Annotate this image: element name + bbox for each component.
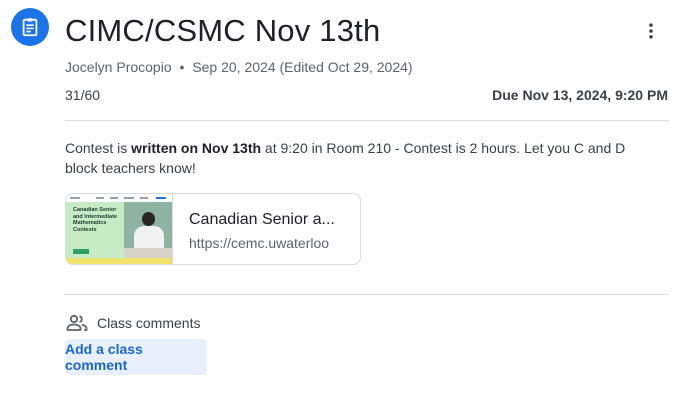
attachment-url: https://cemc.uwaterloo (189, 235, 330, 251)
assignment-icon (11, 8, 49, 46)
points-label: 31/60 (65, 87, 101, 103)
assignment-description: Contest is written on Nov 13th at 9:20 i… (65, 138, 655, 178)
more-options-button[interactable] (634, 14, 668, 48)
assignment-title: CIMC/CSMC Nov 13th (65, 13, 381, 48)
class-comments-label: Class comments (97, 315, 201, 331)
class-comments-header: Class comments (65, 313, 200, 333)
edited-date: (Edited Oct 29, 2024) (279, 59, 413, 75)
more-vert-icon (649, 23, 653, 39)
thumbnail-photo (124, 202, 172, 260)
author-name: Jocelyn Procopio (65, 59, 172, 75)
posted-date: Sep 20, 2024 (192, 59, 276, 75)
attachment-thumbnail: Canadian Senior and Intermediate Mathema… (66, 194, 173, 264)
add-class-comment-label: Add a class comment (65, 341, 143, 373)
attachment-title: Canadian Senior a... (189, 211, 335, 228)
people-icon (66, 314, 88, 331)
assignment-meta: Jocelyn Procopio • Sep 20, 2024 (Edited … (65, 58, 413, 76)
comments-divider (65, 294, 669, 295)
add-class-comment-button[interactable]: Add a class comment (65, 339, 207, 375)
thumbnail-text: Canadian Senior and Intermediate Mathema… (73, 207, 118, 233)
description-bold: written on Nov 13th (131, 140, 262, 156)
header-divider (65, 120, 669, 121)
meta-separator: • (179, 59, 185, 75)
attachment-card[interactable]: Canadian Senior and Intermediate Mathema… (65, 193, 361, 265)
description-text-1: Contest is (65, 140, 132, 156)
due-date: Due Nov 13, 2024, 9:20 PM (492, 87, 668, 103)
